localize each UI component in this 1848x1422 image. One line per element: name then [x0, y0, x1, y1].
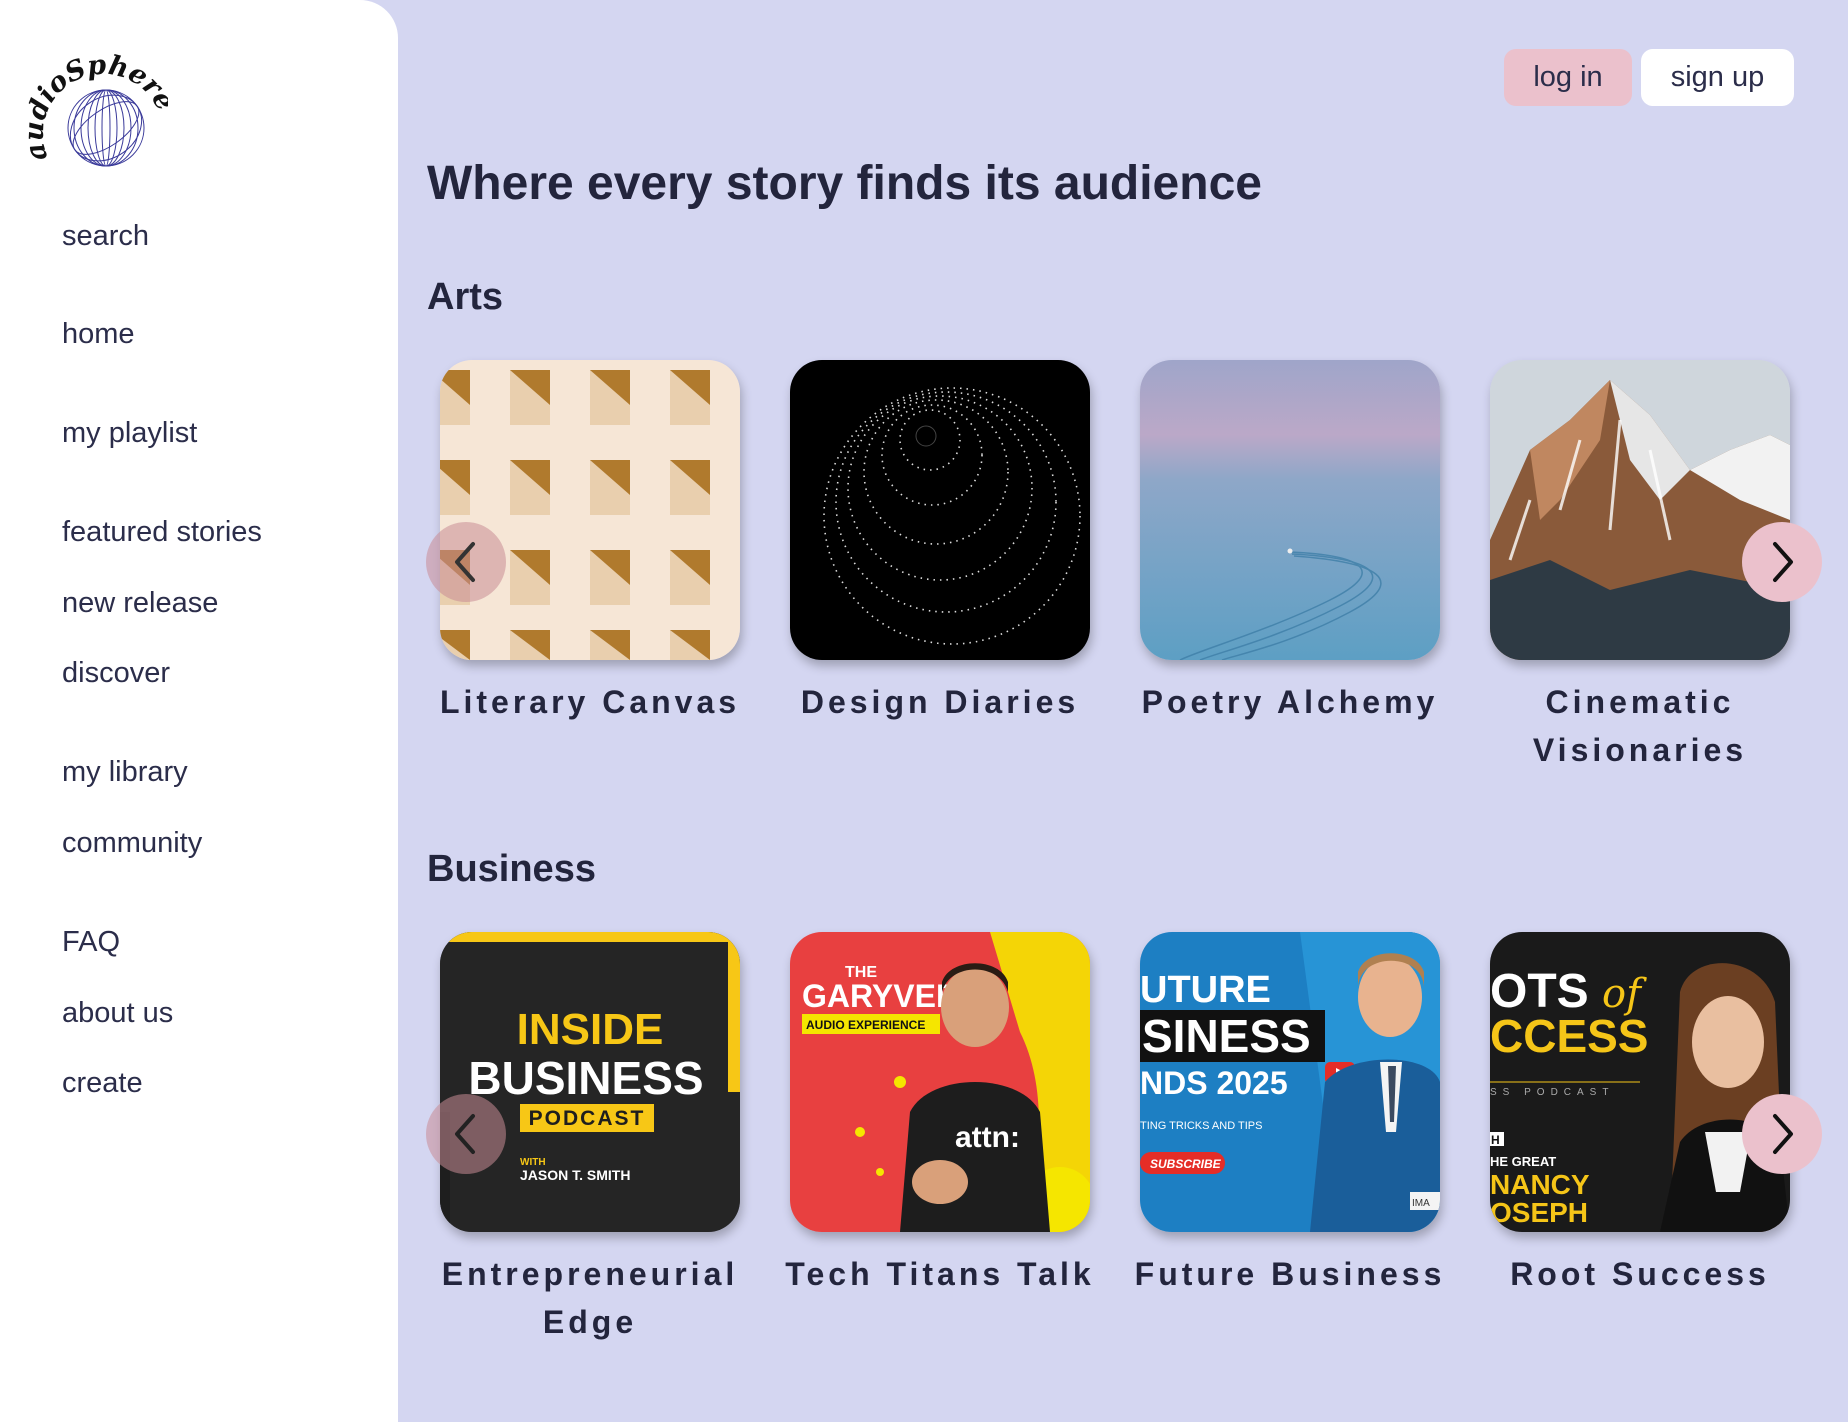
- cover-image: [1490, 360, 1790, 660]
- svg-text:UTURE: UTURE: [1140, 969, 1271, 1011]
- card-title: Entrepreneurial Edge: [441, 1256, 739, 1340]
- card-title: Cinematic Visionaries: [1532, 684, 1748, 768]
- svg-text:SS PODCAST: SS PODCAST: [1490, 1087, 1614, 1098]
- card-root-success[interactable]: OTS of CCESS SS PODCAST H HE GREAT NANCY…: [1490, 932, 1790, 1298]
- svg-text:GARYVEE: GARYVEE: [802, 978, 957, 1014]
- svg-text:HE GREAT: HE GREAT: [1490, 1154, 1556, 1169]
- svg-text:OSEPH: OSEPH: [1490, 1197, 1588, 1228]
- app: audioSphere search home my playlist feat…: [0, 0, 1848, 1422]
- chevron-right-icon: [1773, 542, 1793, 582]
- arts-next-button[interactable]: [1742, 522, 1822, 602]
- cover-image: [440, 360, 740, 660]
- svg-text:PODCAST: PODCAST: [529, 1107, 646, 1130]
- sidebar: audioSphere search home my playlist feat…: [0, 0, 398, 1422]
- audiosphere-logo[interactable]: audioSphere: [19, 40, 181, 170]
- svg-text:TING TRICKS AND TIPS: TING TRICKS AND TIPS: [1140, 1120, 1262, 1132]
- sidebar-item-about-us[interactable]: about us: [62, 997, 173, 1030]
- cover-image: INSIDE BUSINESS PODCAST WITH JASON T. SM…: [440, 932, 740, 1232]
- svg-text:SINESS: SINESS: [1142, 1010, 1311, 1062]
- page-title: Where every story finds its audience: [427, 157, 1262, 210]
- business-next-button[interactable]: [1742, 1094, 1822, 1174]
- sidebar-item-create[interactable]: create: [62, 1067, 143, 1100]
- sidebar-item-search[interactable]: search: [62, 220, 149, 253]
- svg-text:NANCY: NANCY: [1490, 1169, 1590, 1200]
- svg-text:H: H: [1491, 1133, 1500, 1147]
- svg-text:SUBSCRIBE: SUBSCRIBE: [1150, 1157, 1222, 1171]
- svg-text:CCESS: CCESS: [1490, 1010, 1648, 1062]
- svg-text:audioSphere: audioSphere: [28, 49, 168, 164]
- sidebar-item-my-playlist[interactable]: my playlist: [62, 417, 197, 450]
- section-title-arts: Arts: [427, 276, 504, 318]
- card-tech-titans-talk[interactable]: THE GARYVEE AUDIO EXPERIENCE attn: Tech …: [785, 932, 1091, 1298]
- card-future-business[interactable]: UTURE SINESS NDS 2025 TING TRICKS AND TI…: [1135, 932, 1441, 1298]
- svg-text:attn:: attn:: [955, 1121, 1020, 1154]
- card-title: Tech Titans Talk: [785, 1256, 1095, 1292]
- card-title: Design Diaries: [800, 684, 1080, 720]
- business-prev-button[interactable]: [426, 1094, 506, 1174]
- card-title: Poetry Alchemy: [1141, 684, 1439, 720]
- svg-text:AUDIO EXPERIENCE: AUDIO EXPERIENCE: [806, 1018, 925, 1032]
- svg-text:INSIDE: INSIDE: [517, 1005, 664, 1054]
- card-poetry-alchemy[interactable]: Poetry Alchemy: [1140, 360, 1440, 726]
- cover-image: UTURE SINESS NDS 2025 TING TRICKS AND TI…: [1140, 932, 1440, 1232]
- logo-text: audioSphere: [19, 49, 181, 164]
- sidebar-item-home[interactable]: home: [62, 318, 135, 351]
- sidebar-item-new-release[interactable]: new release: [62, 587, 218, 620]
- cover-image: OTS of CCESS SS PODCAST H HE GREAT NANCY…: [1490, 932, 1790, 1232]
- signup-button[interactable]: sign up: [1641, 49, 1794, 106]
- chevron-left-icon: [455, 1114, 475, 1154]
- login-button[interactable]: log in: [1504, 49, 1632, 106]
- cover-image: [790, 360, 1090, 660]
- sidebar-item-my-library[interactable]: my library: [62, 756, 188, 789]
- chevron-right-icon: [1773, 1114, 1793, 1154]
- card-title: Literary Canvas: [439, 684, 741, 720]
- cover-image: [1140, 360, 1440, 660]
- sidebar-item-faq[interactable]: FAQ: [62, 926, 120, 959]
- card-title: Root Success: [1510, 1256, 1770, 1292]
- cover-image: THE GARYVEE AUDIO EXPERIENCE attn:: [790, 932, 1090, 1232]
- sidebar-item-discover[interactable]: discover: [62, 657, 170, 690]
- sidebar-item-community[interactable]: community: [62, 827, 202, 860]
- card-design-diaries[interactable]: Design Diaries: [790, 360, 1090, 726]
- svg-text:IMA: IMA: [1412, 1198, 1430, 1209]
- chevron-left-icon: [455, 542, 475, 582]
- card-title: Future Business: [1134, 1256, 1446, 1292]
- section-title-business: Business: [427, 848, 596, 890]
- sidebar-item-featured-stories[interactable]: featured stories: [62, 516, 262, 549]
- svg-text:BUSINESS: BUSINESS: [468, 1052, 703, 1104]
- arts-prev-button[interactable]: [426, 522, 506, 602]
- svg-text:NDS 2025: NDS 2025: [1140, 1065, 1288, 1101]
- svg-text:JASON T. SMITH: JASON T. SMITH: [520, 1167, 630, 1183]
